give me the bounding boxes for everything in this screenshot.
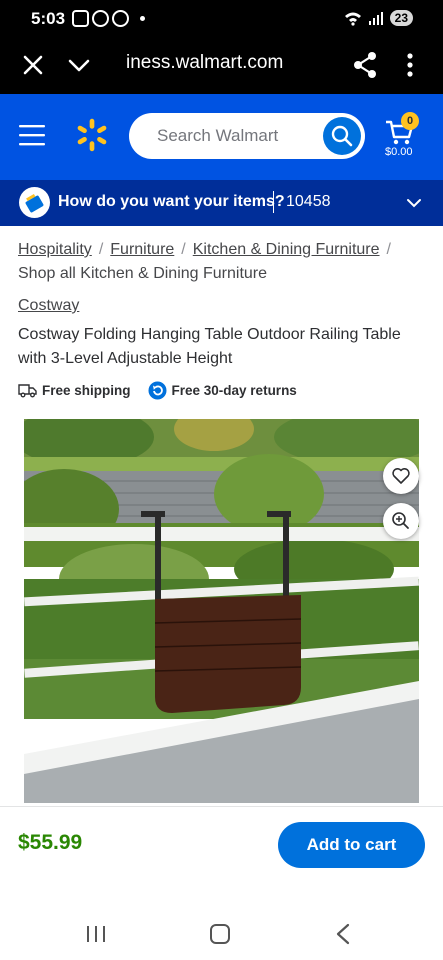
url-bar[interactable]: iness.walmart.com — [126, 52, 283, 74]
breadcrumb-link-kitchen-dining[interactable]: Kitchen & Dining Furniture — [193, 241, 380, 258]
zoom-button[interactable] — [383, 503, 419, 539]
cart-total: $0.00 — [385, 146, 413, 158]
more-options-icon[interactable] — [400, 50, 420, 80]
cart-count-badge: 0 — [401, 112, 419, 130]
search-input[interactable] — [157, 113, 317, 159]
add-to-cart-button[interactable]: Add to cart — [278, 822, 425, 868]
breadcrumb-current: Shop all Kitchen & Dining Furniture — [18, 265, 268, 282]
system-navigation-bar — [0, 906, 443, 960]
product-image[interactable] — [24, 419, 419, 803]
chevron-down-icon[interactable] — [66, 52, 92, 78]
product-title: Costway Folding Hanging Table Outdoor Ra… — [18, 326, 401, 367]
status-time: 5:03 — [31, 9, 66, 28]
battery-level: 23 — [389, 10, 413, 26]
search-button[interactable] — [323, 117, 361, 155]
more-notifications-dot-icon — [140, 16, 145, 21]
wifi-icon — [344, 12, 361, 26]
breadcrumb: Hospitality / Furniture / Kitchen & Dining F… — [18, 238, 428, 286]
favorite-button[interactable] — [383, 458, 419, 494]
breadcrumb-separator: / — [98, 241, 104, 258]
chevron-down-icon — [407, 199, 421, 208]
notification-app-icon — [72, 10, 89, 27]
fulfillment-selector[interactable]: How do you want your items? 10458 — [0, 180, 443, 226]
heart-icon — [392, 468, 410, 484]
fulfillment-icon — [19, 187, 50, 218]
browser-toolbar: iness.walmart.com — [0, 38, 443, 94]
returns-icon — [148, 381, 167, 399]
zip-code: 10458 — [286, 193, 331, 210]
brand-link[interactable]: Costway — [18, 297, 79, 315]
search-bar — [129, 113, 365, 159]
notification-g-icon — [112, 10, 129, 27]
product-price: $55.99 — [18, 831, 83, 854]
system-status: 23 — [344, 10, 413, 26]
zoom-in-icon — [392, 512, 409, 529]
status-bar: 5:03 23 — [0, 0, 443, 38]
notification-icons — [72, 10, 145, 27]
recent-apps-icon[interactable] — [84, 924, 108, 944]
truck-icon — [18, 384, 37, 398]
free-shipping-label: Free shipping — [42, 382, 131, 398]
walmart-header: 0 $0.00 — [0, 94, 443, 180]
breadcrumb-separator: / — [386, 241, 391, 258]
breadcrumb-separator: / — [181, 241, 186, 258]
free-returns-label: Free 30-day returns — [171, 382, 297, 398]
divider — [0, 806, 443, 807]
walmart-spark-icon[interactable] — [74, 115, 110, 155]
benefits-row: Free shipping Free 30-day returns — [18, 380, 297, 400]
instagram-icon — [92, 10, 109, 27]
home-icon[interactable] — [210, 924, 230, 944]
share-icon[interactable] — [352, 50, 378, 80]
breadcrumb-link-furniture[interactable]: Furniture — [110, 241, 174, 258]
back-icon[interactable] — [334, 923, 352, 945]
signal-icon — [368, 12, 383, 25]
fulfillment-divider — [273, 191, 274, 213]
search-icon — [331, 125, 353, 147]
menu-icon[interactable] — [19, 124, 45, 146]
fulfillment-question: How do you want your items? — [58, 193, 285, 210]
close-icon[interactable] — [20, 52, 46, 78]
cart-button[interactable]: 0 $0.00 — [382, 111, 428, 161]
breadcrumb-link-hospitality[interactable]: Hospitality — [18, 241, 92, 258]
